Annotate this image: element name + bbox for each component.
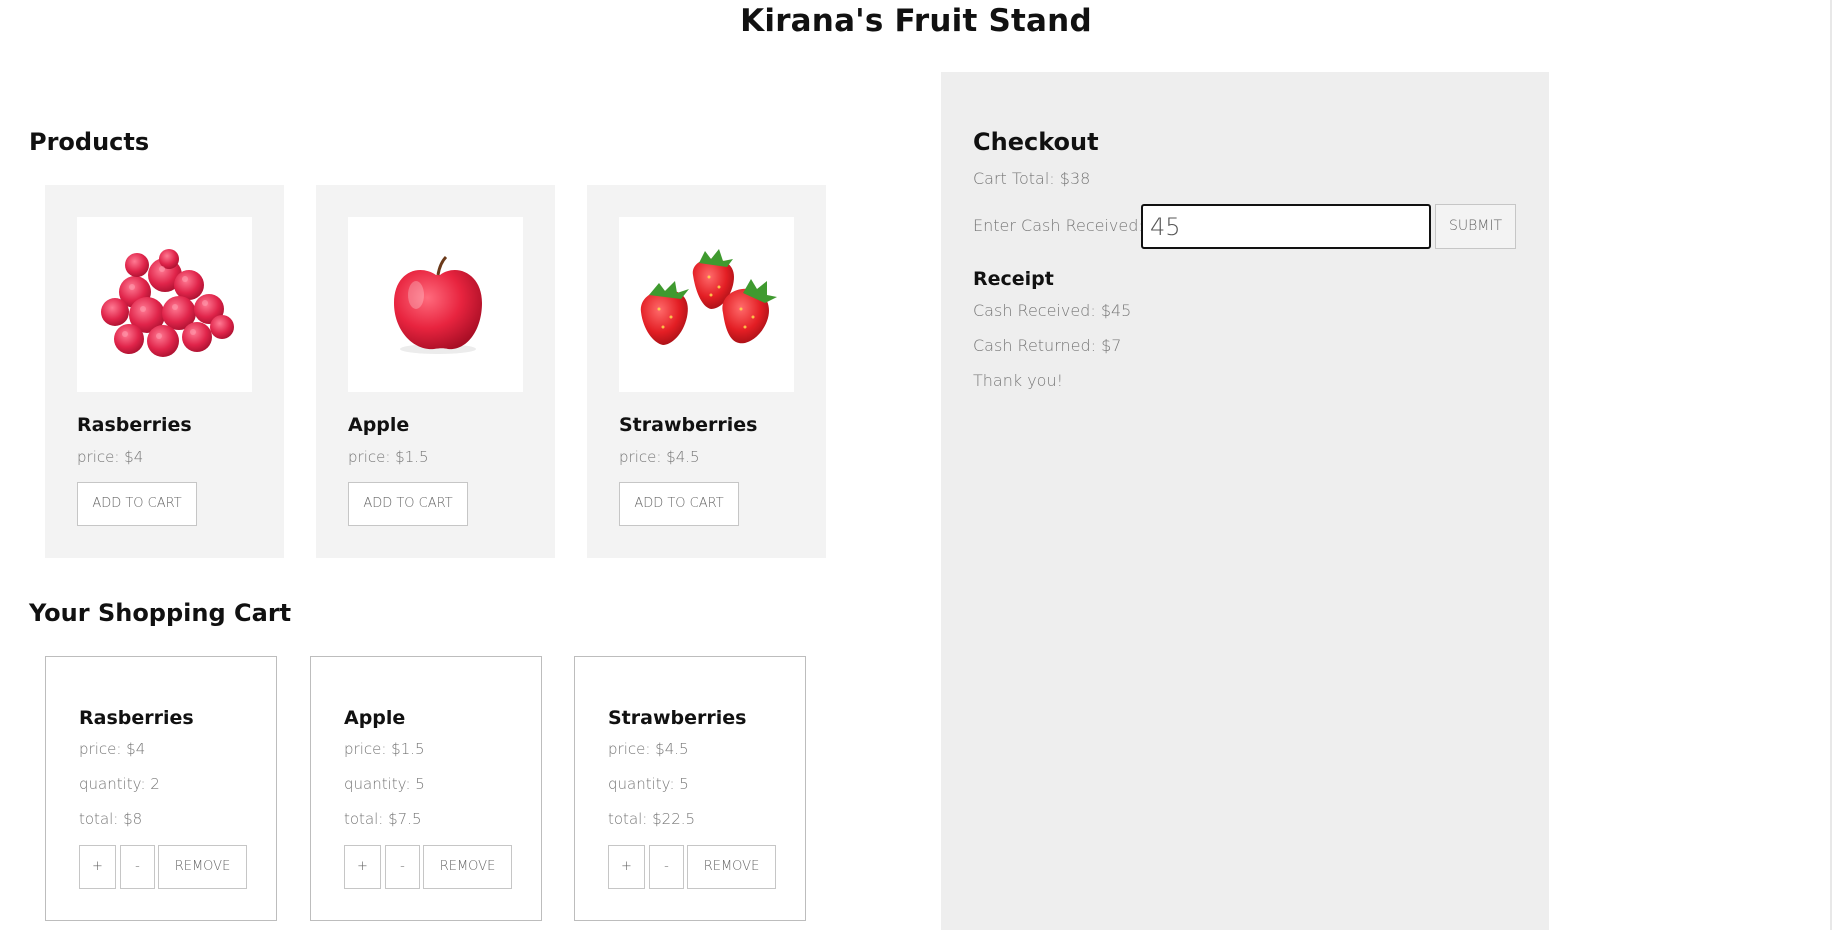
increase-quantity-button[interactable]: + xyxy=(344,845,381,889)
product-name: Rasberries xyxy=(77,414,192,436)
increase-quantity-button[interactable]: + xyxy=(608,845,645,889)
receipt-cash-returned: Cash Returned: $7 xyxy=(973,336,1122,355)
products-heading: Products xyxy=(29,128,150,156)
raspberries-image xyxy=(77,217,252,392)
receipt-heading: Receipt xyxy=(973,268,1054,290)
checkout-panel: Checkout Cart Total: $38 Enter Cash Rece… xyxy=(941,72,1549,930)
decrease-quantity-button[interactable]: - xyxy=(649,845,684,889)
product-price: price: $1.5 xyxy=(348,448,429,466)
add-to-cart-button[interactable]: ADD TO CART xyxy=(348,482,468,526)
receipt-thank-you: Thank you! xyxy=(973,371,1064,390)
cart-item-quantity: quantity: 5 xyxy=(344,775,425,793)
apple-image xyxy=(348,217,523,392)
add-to-cart-button[interactable]: ADD TO CART xyxy=(619,482,739,526)
cart-item-apple: Apple price: $1.5 quantity: 5 total: $7.… xyxy=(310,656,542,921)
remove-item-button[interactable]: REMOVE xyxy=(423,845,512,889)
checkout-heading: Checkout xyxy=(973,128,1099,156)
cart-item-quantity: quantity: 2 xyxy=(79,775,160,793)
cash-received-input[interactable] xyxy=(1141,204,1431,249)
cash-received-label: Enter Cash Received: xyxy=(973,216,1144,235)
cart-item-rasberries: Rasberries price: $4 quantity: 2 total: … xyxy=(45,656,277,921)
remove-item-button[interactable]: REMOVE xyxy=(687,845,776,889)
cart-item-name: Rasberries xyxy=(79,707,194,729)
product-price: price: $4.5 xyxy=(619,448,700,466)
decrease-quantity-button[interactable]: - xyxy=(120,845,155,889)
cart-item-quantity: quantity: 5 xyxy=(608,775,689,793)
product-card-rasberries: Rasberries price: $4 ADD TO CART xyxy=(45,185,284,558)
cart-item-price: price: $4 xyxy=(79,740,146,758)
receipt-cash-received: Cash Received: $45 xyxy=(973,301,1132,320)
shopping-cart-heading: Your Shopping Cart xyxy=(29,599,292,627)
increase-quantity-button[interactable]: + xyxy=(79,845,116,889)
cart-item-total: total: $7.5 xyxy=(344,810,422,828)
submit-button[interactable]: SUBMIT xyxy=(1435,204,1516,249)
cart-item-price: price: $4.5 xyxy=(608,740,689,758)
cart-total: Cart Total: $38 xyxy=(973,169,1091,188)
product-card-apple: Apple price: $1.5 ADD TO CART xyxy=(316,185,555,558)
add-to-cart-button[interactable]: ADD TO CART xyxy=(77,482,197,526)
cart-item-name: Strawberries xyxy=(608,707,747,729)
decrease-quantity-button[interactable]: - xyxy=(385,845,420,889)
cart-item-total: total: $22.5 xyxy=(608,810,696,828)
cart-item-strawberries: Strawberries price: $4.5 quantity: 5 tot… xyxy=(574,656,806,921)
product-price: price: $4 xyxy=(77,448,144,466)
page-title: Kirana's Fruit Stand xyxy=(740,3,1092,39)
cart-item-price: price: $1.5 xyxy=(344,740,425,758)
cart-item-total: total: $8 xyxy=(79,810,143,828)
remove-item-button[interactable]: REMOVE xyxy=(158,845,247,889)
product-name: Strawberries xyxy=(619,414,758,436)
product-card-strawberries: Strawberries price: $4.5 ADD TO CART xyxy=(587,185,826,558)
cart-item-name: Apple xyxy=(344,707,406,729)
strawberries-image xyxy=(619,217,794,392)
product-name: Apple xyxy=(348,414,410,436)
